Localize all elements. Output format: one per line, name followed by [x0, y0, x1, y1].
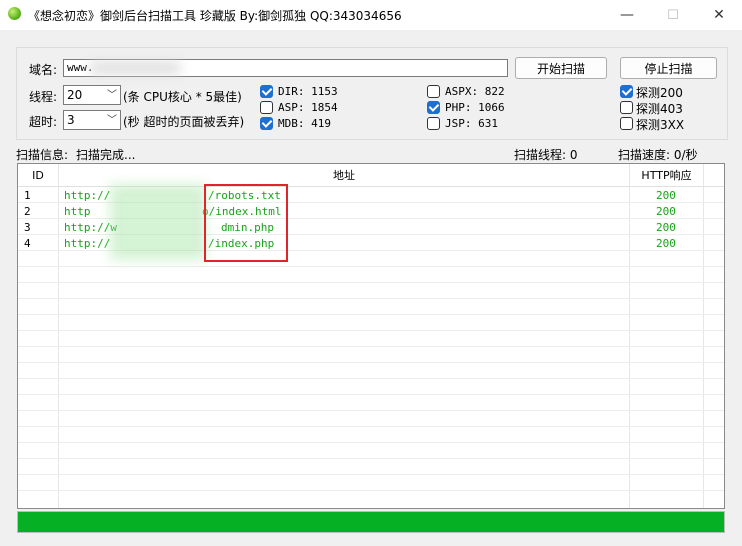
column-header-http[interactable]: HTTP响应 — [630, 164, 703, 186]
row-id[interactable]: 1 — [24, 189, 31, 202]
detect-200-checkbox[interactable] — [620, 85, 633, 98]
app-icon — [8, 7, 21, 20]
timeout-select[interactable]: 3 ﹀ — [63, 110, 121, 130]
scan-info-value: 扫描完成... — [76, 148, 136, 162]
row-id[interactable]: 2 — [24, 205, 31, 218]
threads-select[interactable]: 20 ﹀ — [63, 85, 121, 105]
dict-mdb-checkbox[interactable] — [260, 117, 273, 130]
dict-jsp-checkbox[interactable] — [427, 117, 440, 130]
row-divider — [18, 378, 724, 379]
scan-threads-status: 扫描线程: 0 — [514, 148, 578, 162]
scan-info-label: 扫描信息: — [16, 148, 69, 162]
minimize-button[interactable]: — — [604, 0, 650, 30]
window-title: 《想念初恋》御剑后台扫描工具 珍藏版 By:御剑孤独 QQ:343034656 — [28, 9, 402, 23]
row-http-code[interactable]: 200 — [656, 237, 676, 250]
row-divider — [18, 410, 724, 411]
row-id[interactable]: 3 — [24, 221, 31, 234]
row-divider — [18, 298, 724, 299]
row-address-prefix[interactable]: http:// — [64, 189, 110, 202]
close-button[interactable]: ✕ — [696, 0, 742, 30]
row-divider — [18, 266, 724, 267]
row-divider — [18, 314, 724, 315]
dict-php-label: PHP: 1066 — [445, 101, 505, 114]
row-http-code[interactable]: 200 — [656, 189, 676, 202]
redaction-blur — [90, 62, 180, 74]
domain-input[interactable]: www. — [63, 59, 508, 77]
row-divider — [18, 474, 724, 475]
timeout-label: 超时: — [29, 115, 58, 129]
detect-403-label: 探测403 — [636, 102, 683, 116]
row-divider — [18, 346, 724, 347]
row-id[interactable]: 4 — [24, 237, 31, 250]
dict-asp-label: ASP: 1854 — [278, 101, 338, 114]
dict-aspx-checkbox[interactable] — [427, 85, 440, 98]
threads-label: 线程: — [29, 90, 58, 104]
domain-label: 域名: — [29, 63, 58, 77]
chevron-down-icon: ﹀ — [107, 115, 117, 126]
dict-dir-checkbox[interactable] — [260, 85, 273, 98]
highlight-box — [204, 184, 288, 262]
row-divider — [18, 490, 724, 491]
detect-3xx-label: 探测3XX — [636, 118, 685, 132]
start-scan-button[interactable]: 开始扫描 — [515, 57, 607, 79]
dict-asp-checkbox[interactable] — [260, 101, 273, 114]
stop-scan-button[interactable]: 停止扫描 — [620, 57, 717, 79]
row-divider — [18, 394, 724, 395]
maximize-button[interactable]: ☐ — [650, 0, 696, 30]
row-http-code[interactable]: 200 — [656, 221, 676, 234]
chevron-down-icon: ﹀ — [107, 90, 117, 101]
row-address-prefix[interactable]: http:// — [64, 237, 110, 250]
detect-3xx-checkbox[interactable] — [620, 117, 633, 130]
row-divider — [18, 282, 724, 283]
detect-200-label: 探测200 — [636, 86, 683, 100]
dict-php-checkbox[interactable] — [427, 101, 440, 114]
timeout-hint: (秒 超时的页面被丢弃) — [123, 115, 245, 129]
dict-jsp-label: JSP: 631 — [445, 117, 498, 130]
scan-speed-status: 扫描速度: 0/秒 — [618, 148, 698, 162]
threads-hint: (条 CPU核心 * 5最佳) — [123, 90, 242, 104]
dict-dir-label: DIR: 1153 — [278, 85, 338, 98]
row-address-prefix[interactable]: http — [64, 205, 91, 218]
scan-progress-bar — [17, 511, 725, 533]
row-divider — [18, 330, 724, 331]
dict-mdb-label: MDB: 419 — [278, 117, 331, 130]
row-divider — [18, 442, 724, 443]
dict-aspx-label: ASPX: 822 — [445, 85, 505, 98]
redaction-blur — [110, 184, 206, 260]
row-divider — [18, 362, 724, 363]
results-table[interactable]: ID 地址 HTTP响应 1 http:// /robots.txt 200 2… — [17, 163, 725, 509]
detect-403-checkbox[interactable] — [620, 101, 633, 114]
column-header-address[interactable]: 地址 — [59, 164, 629, 186]
timeout-value: 3 — [67, 113, 75, 127]
row-divider — [18, 458, 724, 459]
row-divider — [18, 426, 724, 427]
row-http-code[interactable]: 200 — [656, 205, 676, 218]
threads-value: 20 — [67, 88, 83, 102]
column-header-id[interactable]: ID — [18, 164, 58, 186]
scan-progress-fill — [18, 512, 724, 532]
